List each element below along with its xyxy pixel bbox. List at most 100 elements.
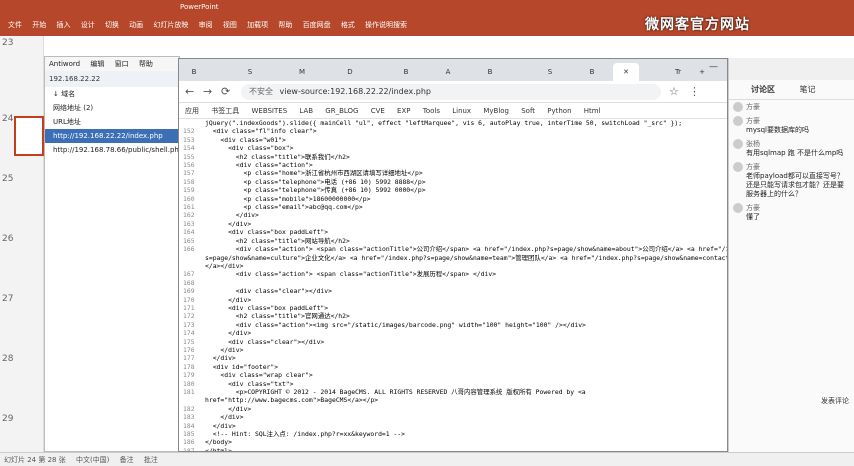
browser-tab[interactable]: A <box>437 63 459 81</box>
ribbon-tab[interactable]: 切换 <box>105 14 119 36</box>
slide-number: 25 <box>2 174 14 184</box>
page-source[interactable]: jQuery(".indexGoods").slide({ mainCell "… <box>179 119 727 451</box>
notes-menu-item[interactable]: 编辑 <box>90 60 104 68</box>
ribbon-search[interactable]: 操作说明搜索 <box>365 14 407 36</box>
line-text: <div class="action"> <box>205 161 313 170</box>
bookmark[interactable]: Tools <box>423 107 440 115</box>
ribbon-tab[interactable]: 百度网盘 <box>303 14 331 36</box>
line-text: <p>COPYRIGHT © 2012 - 2014 BageCMS. ALL … <box>205 388 586 396</box>
browser-tab[interactable]: B <box>183 63 205 81</box>
line-text: s=page/show&name=culture">企业文化</a> <a hr… <box>205 253 727 262</box>
browser-tab[interactable]: B <box>479 63 501 81</box>
bookmark[interactable]: CVE <box>371 107 385 115</box>
line-number: 171 <box>183 303 195 312</box>
address-url: view-source:192.168.22.22/index.php <box>279 87 431 96</box>
tree-item[interactable]: 网络地址 (2) <box>45 101 179 115</box>
ppt-status-bar: 幻灯片 24 第 28 张 中文(中国) 备注 批注 <box>0 452 854 466</box>
line-text: href="http://www.bagecms.com">BageCMS</a… <box>205 396 379 405</box>
ribbon-tab[interactable]: 视图 <box>223 14 237 36</box>
menu-icon[interactable]: ⋮ <box>689 85 700 98</box>
ribbon-tab[interactable]: 帮助 <box>278 14 292 36</box>
back-icon[interactable]: ← <box>185 85 194 98</box>
bookmark[interactable]: Soft <box>521 107 535 115</box>
browser-tab[interactable]: S <box>239 63 261 81</box>
line-number: 173 <box>183 320 195 329</box>
ribbon-tab[interactable]: 动画 <box>129 14 143 36</box>
slide-number: 24 <box>2 114 14 124</box>
line-number: 179 <box>183 371 195 380</box>
line-number: 159 <box>183 186 195 195</box>
line-number: 178 <box>183 362 195 371</box>
line-text: <p class="email">abc@qq.com</p> <box>205 203 363 212</box>
line-text: </div> <box>205 354 236 363</box>
status-item[interactable]: 批注 <box>144 456 158 464</box>
browser-tab[interactable]: D <box>339 63 361 81</box>
bookmark[interactable]: 书签工具 <box>211 107 239 115</box>
ribbon-tab[interactable]: 设计 <box>81 14 95 36</box>
message-author: 张杨 <box>733 139 850 149</box>
bookmark[interactable]: MyBlog <box>483 107 509 115</box>
reload-icon[interactable]: ⟳ <box>221 85 230 98</box>
ribbon-tab[interactable]: 插入 <box>56 14 70 36</box>
browser-tab[interactable]: B <box>395 63 417 81</box>
source-line: 173 <div class="action"><img src="/stati… <box>183 321 723 329</box>
line-text: <div class="clear"></div> <box>205 287 332 296</box>
minimize-icon[interactable]: — <box>709 62 718 72</box>
bookmark[interactable]: Html <box>584 107 601 115</box>
source-line: 172 <h2 class="title">官网通达</h2> <box>183 312 723 320</box>
line-text: <div class="wrap clear"> <box>205 371 313 380</box>
source-line: 187 </html> <box>183 447 723 451</box>
chat-message: 方豪 懂了 <box>729 201 854 224</box>
line-text: <div class="action"> <span class="action… <box>205 245 727 254</box>
comment-button[interactable]: 发表评论 <box>729 394 854 408</box>
status-item: 中文(中国) <box>75 456 110 464</box>
ribbon-tab[interactable]: 格式 <box>341 14 355 36</box>
tree-item[interactable]: http://192.168.22.22/index.php <box>45 129 179 143</box>
line-number: 157 <box>183 169 195 178</box>
message-text: 懂了 <box>746 213 760 221</box>
bookmark[interactable]: Linux <box>452 107 471 115</box>
bookmark[interactable]: Python <box>547 107 571 115</box>
tab-discussion[interactable]: 讨论区 <box>751 85 775 94</box>
ppt-title: PowerPoint <box>180 3 219 11</box>
ribbon-tab[interactable]: 文件 <box>8 14 22 36</box>
chat-message: 张杨 有用sqlmap 跑 不是什么mp吗 <box>729 137 854 160</box>
ribbon-tab[interactable]: 开始 <box>32 14 46 36</box>
insecure-warning: 不安全 <box>249 87 273 96</box>
ribbon-tab[interactable]: 加载项 <box>247 14 268 36</box>
ribbon-tab[interactable]: 幻灯片放映 <box>153 14 188 36</box>
notes-address[interactable]: 192.168.22.22 <box>45 71 179 87</box>
tree-item[interactable]: http://192.168.78.66/public/shell.php <box>45 143 183 157</box>
notes-menu-item[interactable]: 帮助 <box>139 60 153 68</box>
source-line: s=page/show&name=culture">企业文化</a> <a hr… <box>183 254 727 262</box>
ribbon-tab[interactable]: 审阅 <box>199 14 213 36</box>
bookmark[interactable]: LAB <box>299 107 313 115</box>
browser-tab[interactable]: Tr <box>667 63 689 81</box>
line-text: <div class="w01"> <box>205 135 286 144</box>
tree-item[interactable]: URL地址 <box>45 115 179 129</box>
tree-item[interactable]: ↓ 域名 <box>45 87 179 101</box>
status-item[interactable]: 备注 <box>120 456 134 464</box>
bookmark[interactable]: EXP <box>397 107 410 115</box>
slide-panel: 23 24 25 26 27 28 29 <box>0 36 44 452</box>
browser-tab-active[interactable]: ✕ <box>613 63 639 81</box>
forward-icon[interactable]: → <box>203 85 212 98</box>
slide-thumbnail-active[interactable] <box>14 116 44 156</box>
bookmark[interactable]: 应用 <box>185 107 199 115</box>
source-line: 184 </div> <box>183 422 723 430</box>
bookmark[interactable]: WEBSITES <box>251 107 287 115</box>
address-bar[interactable]: 不安全 view-source:192.168.22.22/index.php <box>241 84 661 100</box>
star-icon[interactable]: ☆ <box>669 85 679 98</box>
line-text: <p class="home">浙江省杭州市西湖区请填写详细地址</p> <box>205 169 423 178</box>
source-line: 162 </div> <box>183 211 723 219</box>
notes-menu-item[interactable]: Antiword <box>49 60 80 68</box>
browser-tab[interactable]: B <box>581 63 603 81</box>
line-text: <p class="mobile">18600000000</p> <box>205 194 371 203</box>
browser-tab[interactable]: M <box>291 63 313 81</box>
bookmark[interactable]: GR_BLOG <box>325 107 358 115</box>
notes-menu-item[interactable]: 窗口 <box>115 60 129 68</box>
browser-tab[interactable]: S <box>539 63 561 81</box>
tab-notes[interactable]: 笔记 <box>800 85 816 94</box>
source-line: 161 <p class="email">abc@qq.com</p> <box>183 203 723 211</box>
line-number: 160 <box>183 194 195 203</box>
